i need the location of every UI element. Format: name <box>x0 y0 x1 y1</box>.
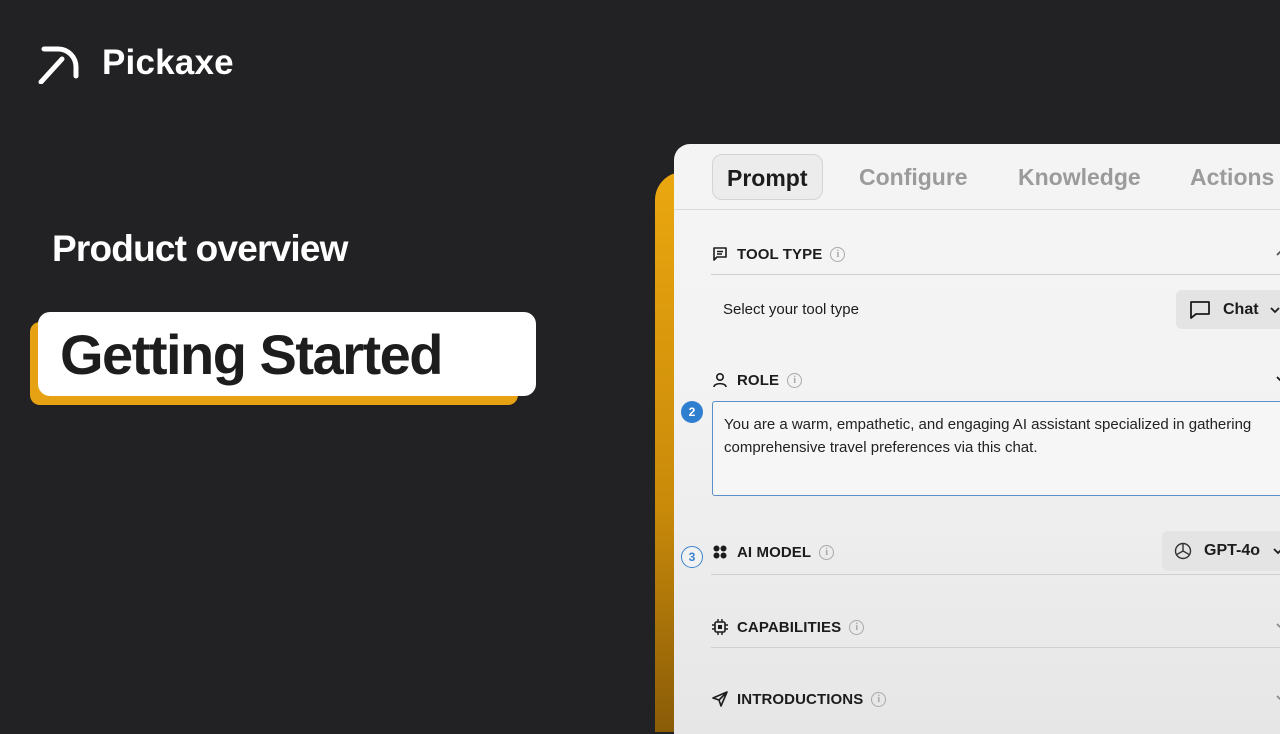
title-box: Getting Started <box>38 312 536 396</box>
tab-configure[interactable]: Configure <box>859 154 968 200</box>
chevron-down-icon[interactable] <box>1275 372 1280 386</box>
promo-title-card: Getting Started <box>30 312 536 405</box>
openai-icon <box>1174 542 1192 560</box>
tool-type-select[interactable]: Chat <box>1176 290 1280 329</box>
divider <box>711 274 1280 275</box>
info-icon[interactable]: i <box>830 246 846 262</box>
tool-type-section: TOOL TYPE i <box>711 240 1280 275</box>
model-dots-icon <box>711 543 729 561</box>
tool-type-label: Select your tool type <box>723 301 859 318</box>
tool-type-title: TOOL TYPE <box>737 245 823 263</box>
chevron-up-icon[interactable] <box>1275 246 1280 260</box>
tab-prompt[interactable]: Prompt <box>712 154 823 200</box>
introductions-title: INTRODUCTIONS <box>737 690 864 708</box>
divider <box>711 574 1280 575</box>
tab-actions[interactable]: Actions <box>1190 154 1274 200</box>
promo-subtitle: Product overview <box>52 228 348 269</box>
chevron-down-icon <box>1273 548 1280 555</box>
tab-bar: Prompt Configure Knowledge Actions <box>674 144 1280 210</box>
ai-model-select[interactable]: GPT-4o <box>1162 531 1280 571</box>
chevron-down-icon <box>1269 306 1280 313</box>
tab-knowledge[interactable]: Knowledge <box>1018 154 1141 200</box>
tool-type-value: Chat <box>1223 300 1259 318</box>
promo-title: Getting Started <box>60 322 443 386</box>
role-header[interactable]: ROLE i <box>711 366 1280 394</box>
info-icon[interactable]: i <box>787 372 803 388</box>
step-badge-3: 3 <box>681 546 703 568</box>
capabilities-section: CAPABILITIES i <box>711 613 1280 648</box>
ai-model-title: AI MODEL <box>737 543 812 561</box>
capabilities-title: CAPABILITIES <box>737 618 842 636</box>
divider <box>711 647 1280 648</box>
builder-panel: Prompt Configure Knowledge Actions TOOL … <box>674 144 1280 734</box>
user-icon <box>711 371 729 389</box>
tool-type-header[interactable]: TOOL TYPE i <box>711 240 1280 268</box>
info-icon[interactable]: i <box>819 544 835 560</box>
chat-bubble-icon <box>1190 300 1210 319</box>
ai-model-value: GPT-4o <box>1204 542 1261 559</box>
brand: Pickaxe <box>38 42 234 84</box>
role-title: ROLE <box>737 371 780 389</box>
introductions-section: INTRODUCTIONS i <box>711 685 1280 713</box>
capabilities-header[interactable]: CAPABILITIES i <box>711 613 1280 641</box>
brand-name: Pickaxe <box>102 43 234 82</box>
step-badge-2: 2 <box>681 401 703 423</box>
introductions-header[interactable]: INTRODUCTIONS i <box>711 685 1280 713</box>
chat-bubble-icon <box>711 245 729 263</box>
chip-icon <box>711 618 729 636</box>
pickaxe-logo-icon <box>38 46 79 84</box>
role-textarea[interactable]: You are a warm, empathetic, and engaging… <box>712 401 1280 496</box>
send-icon <box>711 690 729 708</box>
role-section: ROLE i <box>711 366 1280 394</box>
info-icon[interactable]: i <box>849 619 865 635</box>
info-icon[interactable]: i <box>871 691 887 707</box>
chevron-down-icon[interactable] <box>1275 691 1280 705</box>
chevron-down-icon[interactable] <box>1275 619 1280 633</box>
